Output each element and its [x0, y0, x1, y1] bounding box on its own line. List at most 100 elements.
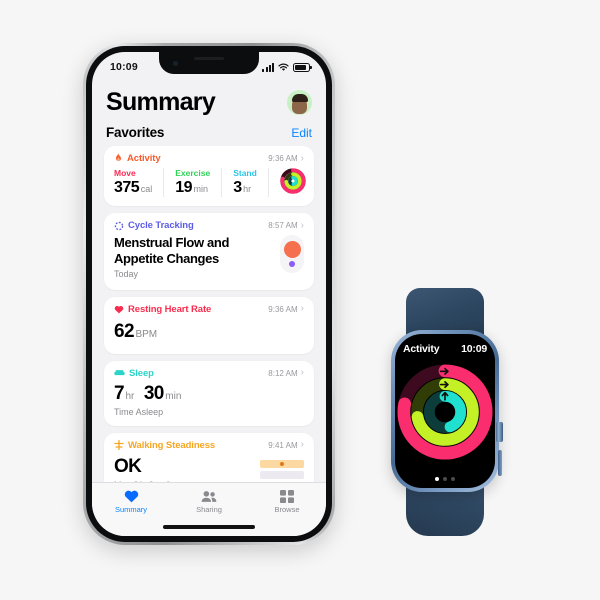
people-icon [201, 491, 217, 502]
watch-time: 10:09 [461, 343, 487, 355]
page-dots[interactable] [435, 477, 455, 481]
tab-summary-label: Summary [114, 505, 148, 514]
card-activity[interactable]: Activity 9:36 AM › Move 375 cal Exercise… [104, 146, 314, 206]
metric-exercise-unit: min [193, 184, 209, 194]
digital-crown[interactable] [496, 422, 503, 442]
symptom-dot-icon [289, 261, 295, 267]
metric-stand-label: Stand [233, 168, 257, 178]
wifi-icon [278, 63, 289, 72]
card-rhr-category: Resting Heart Rate [114, 304, 211, 315]
card-ws-meta: 9:41 AM › [268, 440, 304, 450]
card-sleep-time: 8:12 AM [268, 368, 298, 378]
rhr-value: 62 [114, 320, 135, 342]
page-dot-1 [435, 477, 439, 481]
chevron-right-icon: › [300, 439, 304, 451]
card-rhr-time: 9:36 AM [268, 304, 298, 314]
activity-metrics: Move 375 cal Exercise 19 min Stand 3 hr [114, 168, 306, 197]
chart-bar-low [260, 470, 304, 479]
card-rhr-label: Resting Heart Rate [128, 303, 212, 315]
signal-bars-icon [262, 62, 274, 72]
profile-avatar[interactable] [287, 90, 312, 115]
favorites-header: Favorites Edit [104, 119, 314, 146]
card-sleep[interactable]: Sleep 8:12 AM › 7 hr 30 min Time Asleep [104, 360, 314, 426]
card-sleep-category: Sleep [114, 368, 154, 379]
card-sleep-meta: 8:12 AM › [268, 368, 304, 378]
card-activity-category: Activity [114, 153, 161, 164]
watch-app-title: Activity [403, 343, 440, 355]
sleep-hours-value: 7 [114, 382, 125, 404]
cycle-subtext: Today [114, 268, 139, 279]
flame-icon [116, 153, 121, 161]
bed-icon [114, 370, 125, 376]
health-app-body: Summary Favorites Edit Activity 9:36 AM … [92, 78, 326, 502]
sleep-value-row: 7 hr 30 min [114, 383, 304, 405]
card-ws-label: Walking Steadiness [128, 439, 216, 451]
apple-watch-device: Activity 10:09 [372, 288, 518, 536]
metric-stand: Stand 3 hr [233, 168, 269, 197]
heart-icon [114, 305, 124, 314]
favorites-title: Favorites [106, 125, 165, 140]
page-title: Summary [106, 88, 216, 116]
metric-move-unit: cal [140, 184, 153, 194]
chevron-right-icon: › [300, 367, 304, 379]
watch-status-row: Activity 10:09 [403, 343, 487, 355]
card-sleep-header: Sleep 8:12 AM › [114, 368, 304, 379]
watch-case: Activity 10:09 [391, 330, 503, 492]
page-dot-2 [443, 477, 447, 481]
card-activity-header: Activity 9:36 AM › [114, 153, 304, 164]
phone-screen: 10:09 Summary Favorites Edit Activity 9:… [92, 52, 326, 536]
tab-summary[interactable]: Summary [92, 490, 170, 514]
walking-steadiness-icon [114, 440, 124, 451]
card-activity-label: Activity [127, 153, 161, 164]
front-camera-icon [173, 61, 178, 66]
metric-stand-value: 3 [233, 179, 242, 196]
card-cycle-meta: 8:57 AM › [268, 219, 304, 231]
tab-browse-label: Browse [274, 505, 300, 514]
metric-exercise: Exercise 19 min [175, 168, 223, 197]
chevron-right-icon: › [300, 219, 304, 231]
phone-bezel: 10:09 Summary Favorites Edit Activity 9:… [86, 46, 332, 542]
card-ws-header: Walking Steadiness 9:41 AM › [114, 440, 304, 451]
metric-move-label: Move [114, 168, 136, 178]
metric-exercise-value: 19 [175, 179, 193, 196]
cycle-symptom-glyph [280, 235, 304, 273]
flow-dot-icon [283, 241, 301, 258]
page-dot-3 [451, 477, 455, 481]
status-bar-icons [262, 62, 312, 72]
home-indicator[interactable] [163, 525, 255, 529]
tab-sharing[interactable]: Sharing [170, 490, 248, 514]
cycle-icon [114, 221, 124, 230]
activity-rings-icon [280, 168, 306, 194]
heart-icon [124, 490, 138, 503]
iphone-device: 10:09 Summary Favorites Edit Activity 9:… [83, 43, 335, 545]
sleep-hours-unit: hr [125, 390, 135, 402]
metric-move-value: 375 [114, 179, 140, 196]
metric-stand-unit: hr [243, 184, 252, 194]
card-rhr-header: Resting Heart Rate 9:36 AM › [114, 304, 304, 315]
card-cycle-time: 8:57 AM [268, 221, 298, 230]
avatar-hair [291, 94, 308, 102]
watch-activity-rings[interactable] [396, 363, 494, 461]
card-cycle-header: Cycle Tracking 8:57 AM › [114, 220, 304, 231]
rhr-value-row: 62 BPM [114, 321, 304, 343]
grid-icon [280, 490, 294, 503]
card-ws-category: Walking Steadiness [114, 440, 215, 451]
battery-icon [293, 62, 312, 72]
cycle-headline: Menstrual Flow and Appetite Changes [114, 235, 230, 266]
card-ws-time: 9:41 AM [268, 440, 298, 450]
edit-button[interactable]: Edit [291, 126, 312, 140]
sleep-minutes-value: 30 [143, 382, 165, 404]
card-resting-heart-rate[interactable]: Resting Heart Rate 9:36 AM › 62 BPM [104, 296, 314, 354]
tab-browse[interactable]: Browse [248, 490, 326, 514]
chart-point [280, 461, 284, 466]
side-button[interactable] [497, 450, 502, 476]
tab-sharing-label: Sharing [196, 505, 222, 514]
earpiece-speaker [194, 57, 224, 60]
watch-screen: Activity 10:09 [395, 334, 495, 488]
card-activity-meta: 9:36 AM › [268, 153, 304, 164]
card-cycle-tracking[interactable]: Cycle Tracking 8:57 AM › Menstrual Flow … [104, 213, 314, 290]
chart-bar-ok [260, 459, 304, 468]
chevron-right-icon: › [300, 303, 304, 315]
sleep-minutes-unit: min [165, 390, 182, 402]
metric-move: Move 375 cal [114, 168, 165, 197]
